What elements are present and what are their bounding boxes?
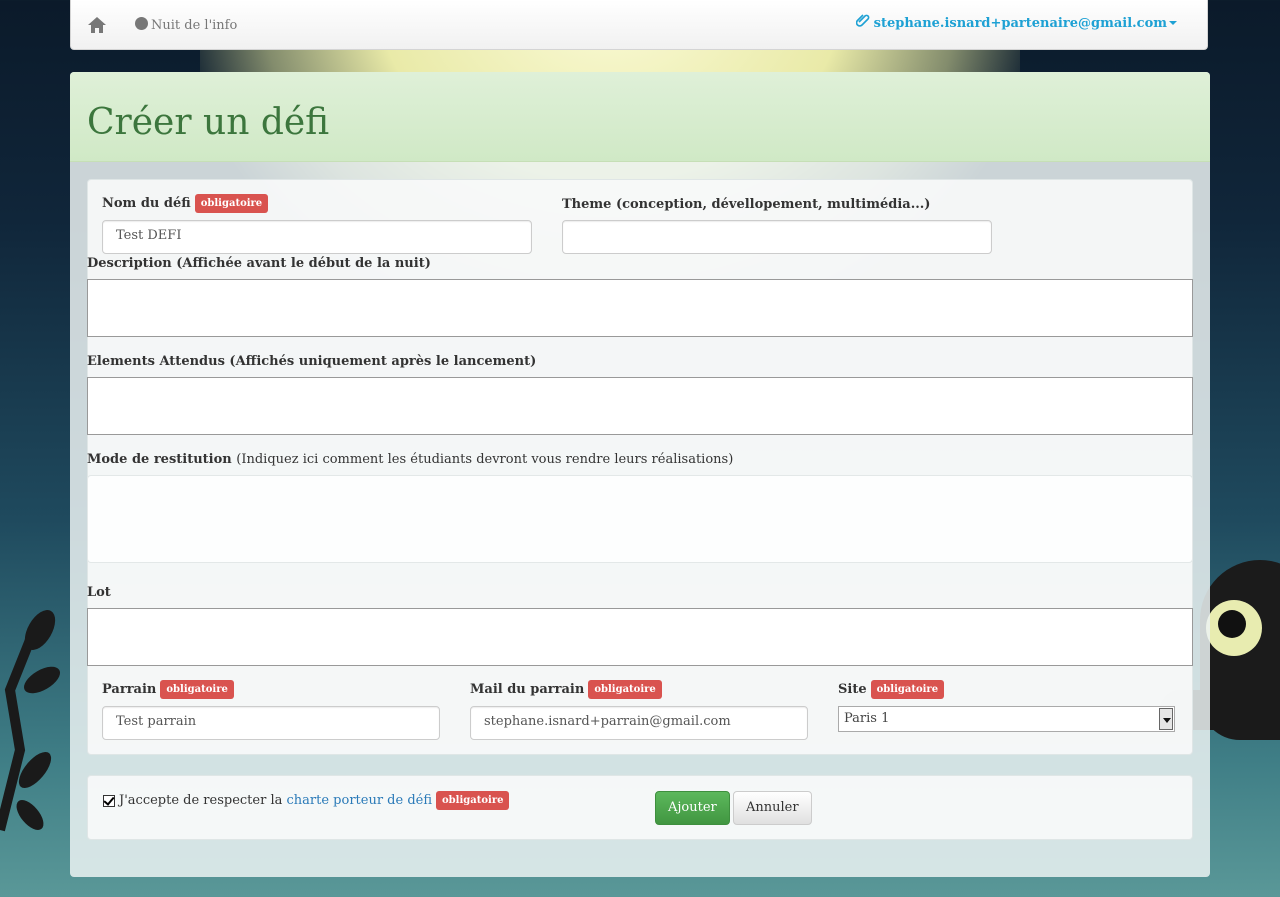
user-email: stephane.isnard+partenaire@gmail.com [873, 16, 1167, 31]
parrain-label: Parrain obligatoire [102, 680, 234, 699]
lot-textarea[interactable] [87, 608, 1193, 666]
branch-left-illustration [0, 610, 61, 832]
form-actions-well: J'accepte de respecter la charte porteur… [87, 775, 1193, 840]
cancel-button[interactable]: Annuler [733, 791, 812, 825]
elements-textarea[interactable] [87, 377, 1193, 435]
chevron-down-icon [1169, 21, 1177, 25]
theme-input[interactable] [562, 220, 992, 254]
charte-link[interactable]: charte porteur de défi [287, 793, 433, 808]
parrain-input[interactable]: Test parrain [102, 706, 440, 740]
theme-label: Theme (conception, dévellopement, multim… [562, 197, 931, 212]
description-textarea[interactable] [87, 279, 1193, 337]
submit-button[interactable]: Ajouter [655, 791, 730, 825]
mode-hint: (Indiquez ici comment les étudiants devr… [236, 452, 734, 467]
panel-heading: Créer un défi [70, 72, 1210, 162]
mail-input[interactable]: stephane.isnard+parrain@gmail.com [470, 706, 808, 740]
required-badge: obligatoire [870, 680, 945, 699]
page-title: Créer un défi [87, 102, 330, 143]
site-select[interactable]: Paris 1 [838, 706, 1175, 732]
nom-input[interactable]: Test DEFI [102, 220, 532, 254]
elements-label: Elements Attendus (Affichés uniquement a… [87, 354, 537, 369]
paperclip-icon [855, 14, 869, 27]
home-icon[interactable] [87, 15, 107, 35]
required-badge: obligatoire [160, 680, 234, 699]
required-badge: obligatoire [588, 680, 662, 699]
create-challenge-panel: Créer un défi Nom du défi obligatoire Tes… [70, 72, 1210, 877]
nav-brand-link[interactable]: Nuit de l'info [135, 17, 237, 33]
mode-textarea[interactable] [87, 475, 1193, 563]
required-badge: obligatoire [194, 194, 269, 213]
site-selected-value: Paris 1 [844, 711, 890, 726]
description-label: Description (Affichée avant le début de … [87, 256, 431, 271]
nom-label: Nom du défi obligatoire [102, 194, 269, 213]
top-navbar: Nuit de l'info stephane.isnard+partenair… [70, 0, 1208, 50]
required-badge: obligatoire [436, 791, 510, 810]
site-label: Site obligatoire [838, 680, 945, 699]
accept-label: J'accepte de respecter la charte porteur… [119, 791, 510, 810]
accept-checkbox[interactable] [103, 795, 115, 807]
chevron-down-icon[interactable] [1159, 708, 1173, 730]
mode-label: Mode de restitution (Indiquez ici commen… [87, 452, 734, 467]
mail-label: Mail du parrain obligatoire [470, 680, 662, 699]
form-well: Nom du défi obligatoire Test DEFI Theme (… [87, 179, 1193, 755]
user-menu-dropdown[interactable]: stephane.isnard+partenaire@gmail.com [855, 13, 1177, 31]
nav-brand-label: Nuit de l'info [151, 18, 238, 33]
owl-pupil [1218, 610, 1246, 638]
lot-label: Lot [87, 585, 111, 600]
globe-icon [135, 17, 148, 30]
